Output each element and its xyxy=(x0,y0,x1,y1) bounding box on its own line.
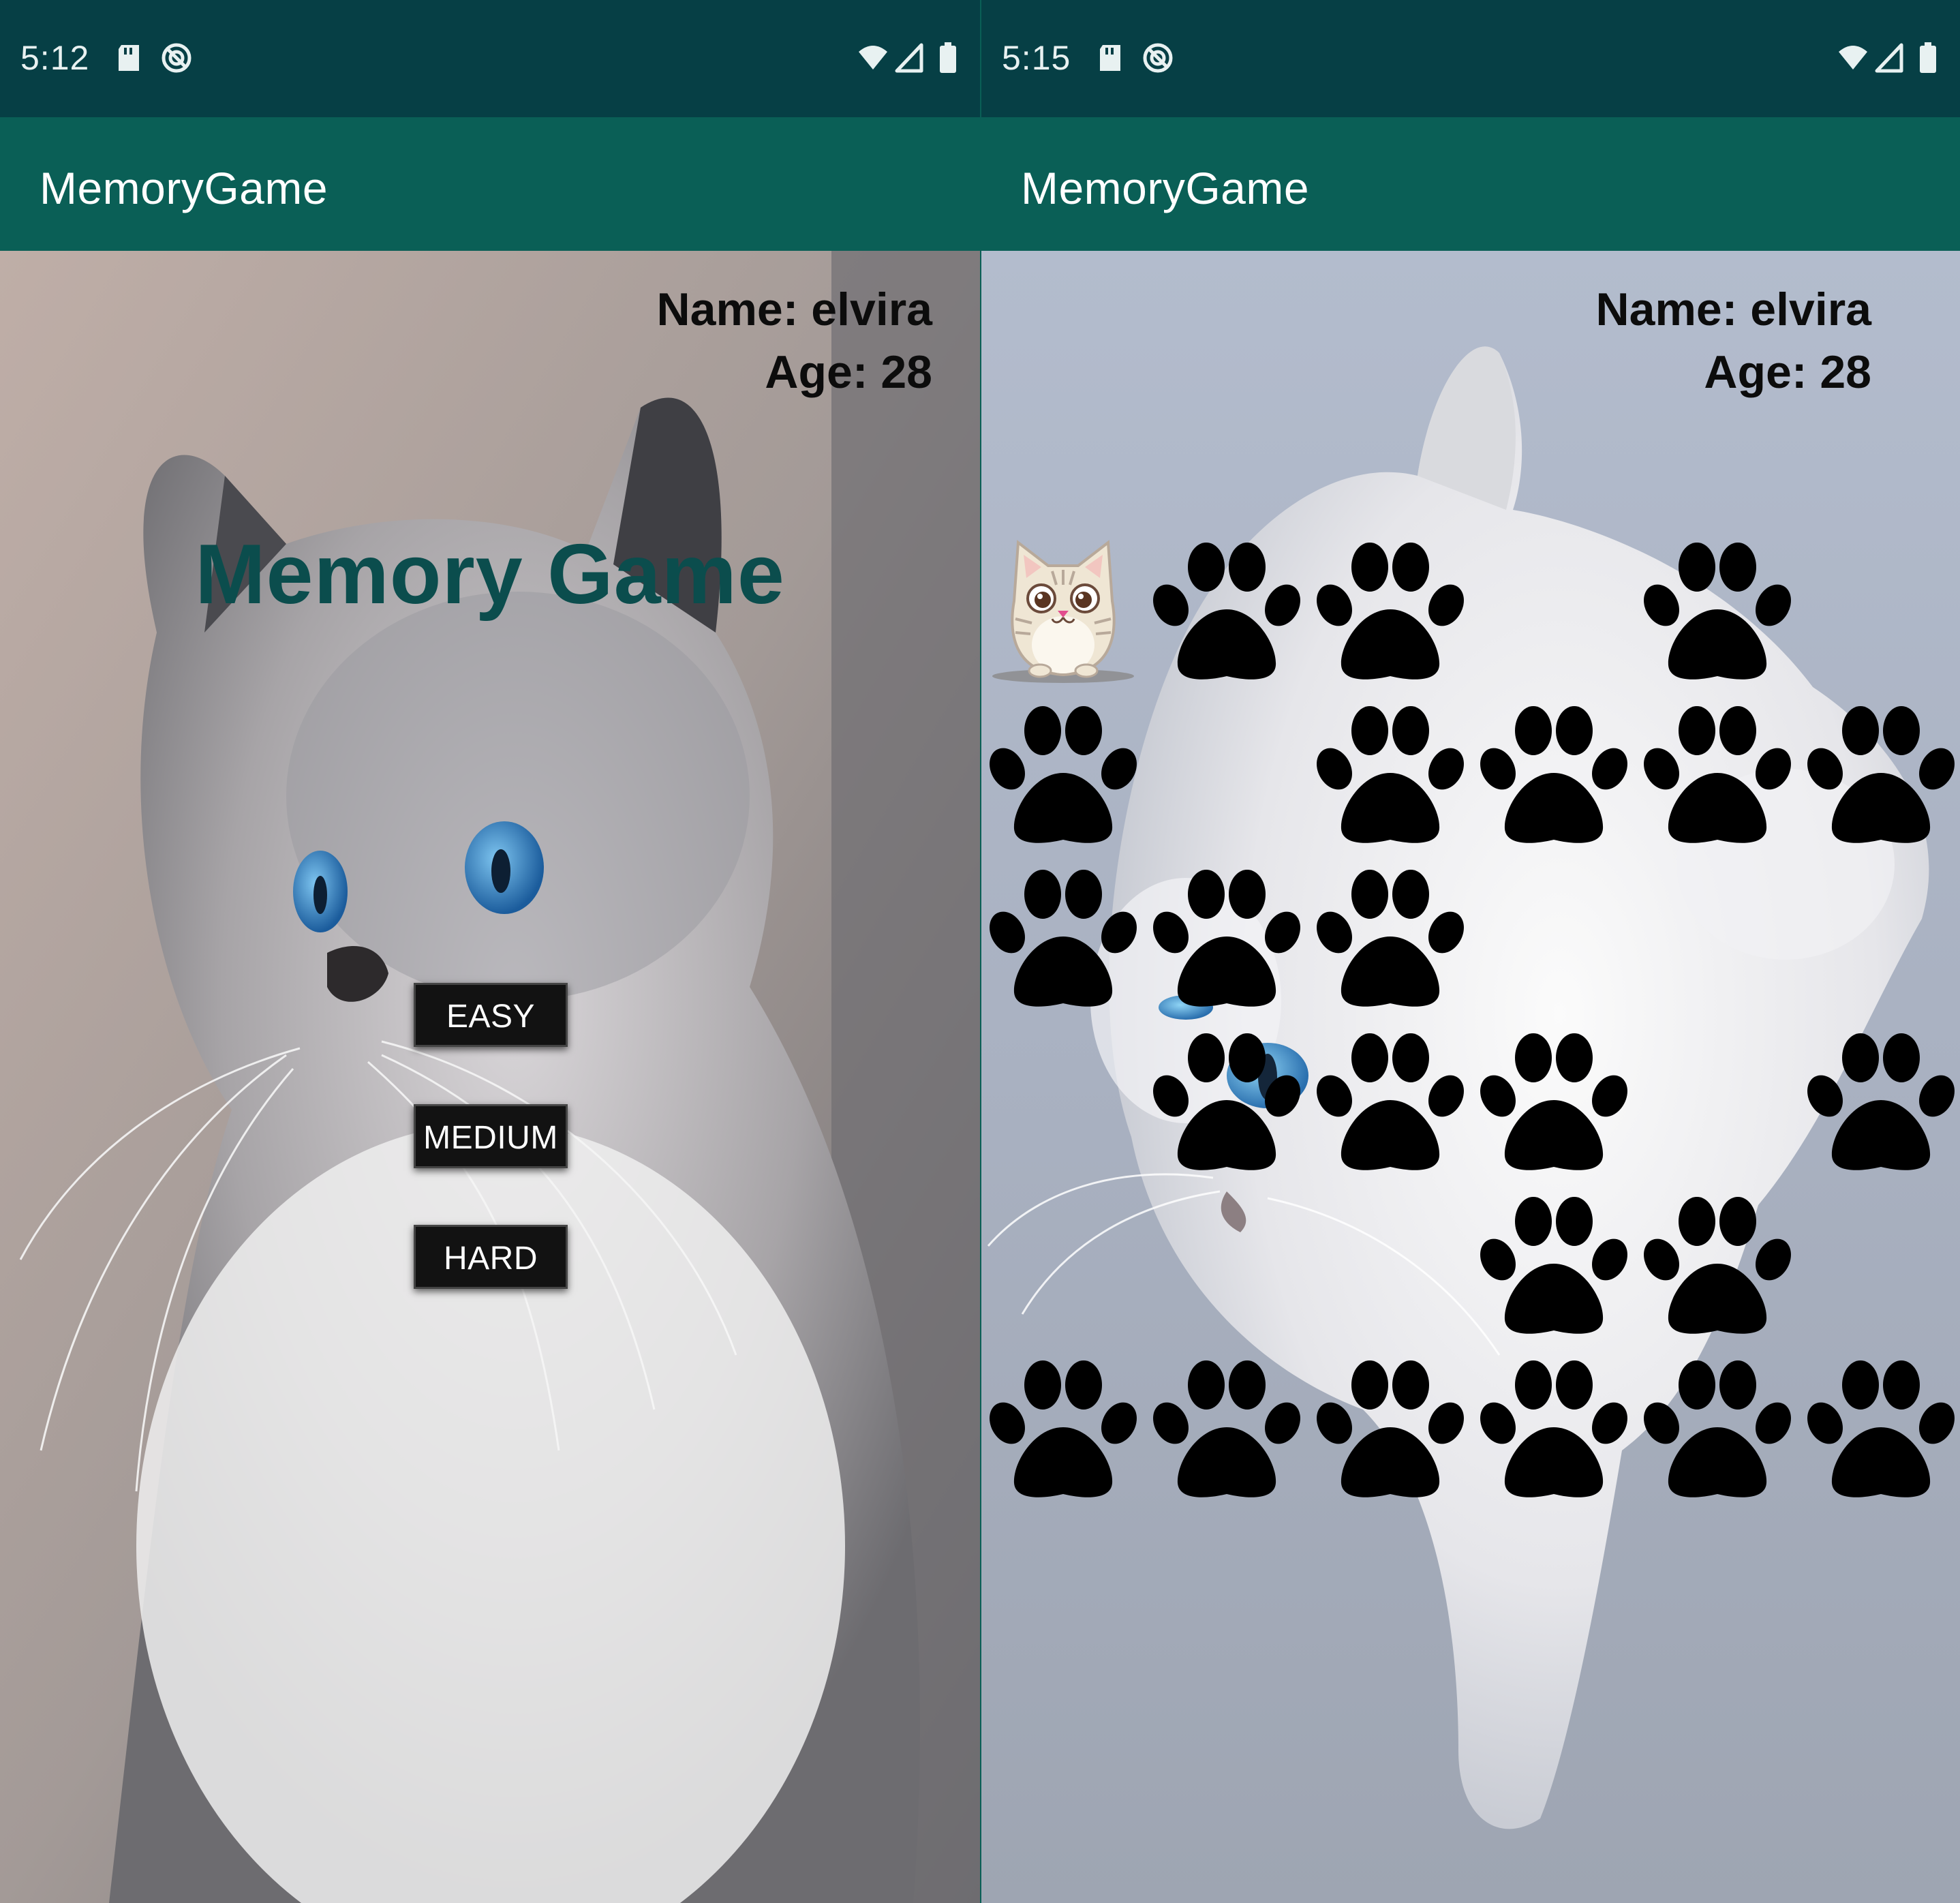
paw-icon[interactable] xyxy=(987,863,1139,1011)
paw-icon[interactable] xyxy=(1477,1026,1630,1175)
user-info: Name: elvira Age: 28 xyxy=(657,278,932,404)
user-age-label: Age: 28 xyxy=(1704,346,1871,398)
paw-icon[interactable] xyxy=(1477,1354,1630,1502)
paw-icon[interactable] xyxy=(1477,1190,1630,1339)
app-bar: MemoryGame xyxy=(0,117,980,251)
game-content: Name: elvira Age: 28 xyxy=(981,251,1960,1903)
paw-icon[interactable] xyxy=(1150,1026,1303,1175)
paw-icon[interactable] xyxy=(987,1354,1139,1502)
paw-icon[interactable] xyxy=(1641,699,1794,848)
paw-icon[interactable] xyxy=(1805,699,1957,848)
game-title: Memory Game xyxy=(195,528,785,622)
user-name-label: Name: elvira xyxy=(1595,284,1871,335)
battery-icon xyxy=(1918,42,1938,74)
paw-icon[interactable] xyxy=(1477,699,1630,848)
app-bar: MemoryGame xyxy=(981,117,1960,251)
paw-icon[interactable] xyxy=(1314,1354,1467,1502)
paw-icon[interactable] xyxy=(1314,536,1467,684)
paw-icon[interactable] xyxy=(1641,1190,1794,1339)
status-bar: 5:15 xyxy=(981,0,1960,117)
easy-button[interactable]: EASY xyxy=(414,983,568,1047)
sd-card-icon xyxy=(113,42,144,74)
cell-signal-icon xyxy=(1874,42,1905,74)
wifi-icon xyxy=(1837,42,1869,74)
paw-icon[interactable] xyxy=(1314,863,1467,1011)
status-bar: 5:12 xyxy=(0,0,980,117)
cat-icon[interactable] xyxy=(987,536,1139,684)
app-title: MemoryGame xyxy=(1021,163,1310,213)
paw-icon[interactable] xyxy=(1150,536,1303,684)
paw-icon[interactable] xyxy=(1150,1354,1303,1502)
paw-icon[interactable] xyxy=(987,699,1139,848)
paw-icon[interactable] xyxy=(1805,1026,1957,1175)
do-not-disturb-icon xyxy=(1142,42,1174,74)
user-info: Name: elvira Age: 28 xyxy=(1596,278,1871,404)
paw-icon[interactable] xyxy=(1150,863,1303,1011)
cat-background-image xyxy=(0,251,980,1903)
status-time: 5:12 xyxy=(20,39,90,77)
menu-content: Name: elvira Age: 28 Memory Game EASY ME… xyxy=(0,251,980,1903)
cell-signal-icon xyxy=(894,42,925,74)
menu-screen: 5:12 MemoryGame Name: elvira Age: 28 Mem… xyxy=(0,0,980,1903)
paw-icon[interactable] xyxy=(1314,1026,1467,1175)
paw-icon[interactable] xyxy=(1641,1354,1794,1502)
sd-card-icon xyxy=(1094,42,1126,74)
user-name-label: Name: elvira xyxy=(656,284,932,335)
medium-button[interactable]: MEDIUM xyxy=(414,1104,568,1168)
paw-icon[interactable] xyxy=(1641,536,1794,684)
paw-icon[interactable] xyxy=(1805,1354,1957,1502)
app-title: MemoryGame xyxy=(40,163,328,213)
hard-button[interactable]: HARD xyxy=(414,1225,568,1289)
paw-icon[interactable] xyxy=(1314,699,1467,848)
user-age-label: Age: 28 xyxy=(765,346,932,398)
wifi-icon xyxy=(857,42,889,74)
do-not-disturb-icon xyxy=(161,42,192,74)
battery-icon xyxy=(938,42,958,74)
game-screen: 5:15 MemoryGame Name: elvira Age: 28 xyxy=(981,0,1960,1903)
status-time: 5:15 xyxy=(1002,39,1071,77)
